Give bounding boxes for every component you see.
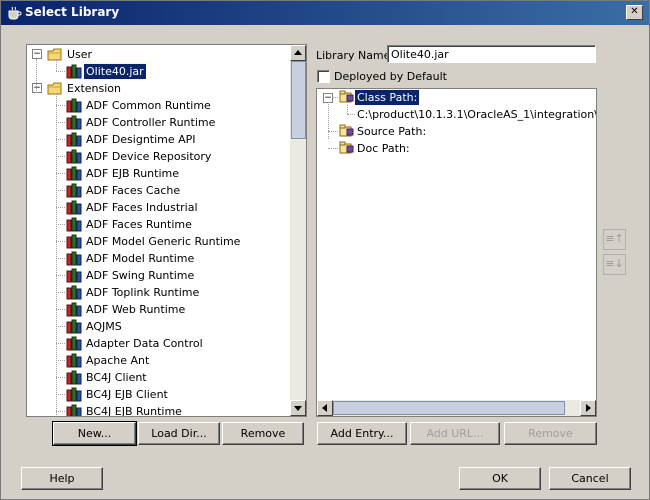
scroll-thumb[interactable] (291, 61, 306, 139)
tree-item-label: BC4J EJB Client (86, 388, 168, 401)
library-name-label: Library Name: (316, 49, 395, 62)
tree-item-label: Apache Ant (86, 354, 150, 367)
library-icon (66, 370, 82, 385)
tree-item-label: ADF Designtime API (86, 133, 196, 146)
source-path-icon (339, 124, 354, 137)
add-entry-button[interactable]: Add Entry... (317, 422, 407, 445)
tree-item-label: User (67, 48, 93, 61)
path-horizontal-scrollbar[interactable] (317, 400, 596, 416)
library-icon (66, 200, 82, 215)
tree-item-label: ADF Web Runtime (86, 303, 186, 316)
source-path-node[interactable]: Source Path: (355, 124, 428, 139)
title-bar: Select Library ✕ (1, 1, 649, 25)
tree-item-label: ADF Faces Cache (86, 184, 181, 197)
tree-item-label: ADF Swing Runtime (86, 269, 195, 282)
classpath-icon (339, 90, 354, 103)
move-down-button[interactable]: ≡↓ (603, 254, 626, 275)
move-down-icon: ≡↓ (605, 257, 624, 270)
tree-vertical-scrollbar[interactable] (290, 45, 306, 416)
library-icon (66, 115, 82, 130)
collapse-icon[interactable]: − (32, 83, 42, 93)
move-up-icon: ≡↑ (605, 232, 624, 245)
tree-item-label: ADF Model Runtime (86, 252, 195, 265)
tree-item-label: Adapter Data Control (86, 337, 203, 350)
doc-path-icon (339, 141, 354, 154)
tree-item-label: Olite40.jar (83, 63, 147, 80)
library-tree[interactable]: − User Olite40.jar − Extension ADF Common Run… (26, 44, 307, 417)
collapse-icon[interactable]: − (32, 49, 42, 59)
scroll-left-button[interactable] (317, 400, 333, 416)
tree-item-label: Extension (67, 82, 122, 95)
coffee-cup-icon (8, 6, 22, 20)
library-icon (66, 64, 82, 79)
class-path-node[interactable]: Class Path: (353, 89, 421, 106)
close-button[interactable]: ✕ (626, 5, 643, 20)
tree-item-label: ADF EJB Runtime (86, 167, 180, 180)
library-icon (66, 302, 82, 317)
doc-path-node[interactable]: Doc Path: (355, 141, 412, 156)
library-icon (66, 268, 82, 283)
library-icon (66, 353, 82, 368)
remove-entry-button[interactable]: Remove (504, 422, 597, 445)
path-tree[interactable]: − Class Path: C:\product\10.1.3.1\Oracle… (316, 88, 597, 417)
cancel-button[interactable]: Cancel (549, 467, 631, 490)
library-icon (66, 285, 82, 300)
library-icon (66, 404, 82, 416)
close-icon: ✕ (630, 6, 639, 17)
library-icon (66, 217, 82, 232)
library-icon (66, 183, 82, 198)
tree-item-label: ADF Device Repository (86, 150, 212, 163)
deployed-by-default-checkbox[interactable] (317, 70, 330, 83)
new-button[interactable]: New... (52, 421, 137, 446)
tree-item-label: BC4J EJB Runtime (86, 405, 182, 417)
library-icon (66, 251, 82, 266)
library-icon (66, 336, 82, 351)
tree-item-label: ADF Toplink Runtime (86, 286, 200, 299)
deployed-by-default-label: Deployed by Default (334, 70, 447, 83)
scroll-right-button[interactable] (580, 400, 596, 416)
tree-item-label: ADF Common Runtime (86, 99, 211, 112)
ok-button[interactable]: OK (459, 467, 541, 490)
tree-item-label: ADF Faces Industrial (86, 201, 198, 214)
scroll-down-button[interactable] (290, 400, 306, 416)
library-icon (66, 387, 82, 402)
folder-icon (47, 82, 62, 95)
remove-library-button[interactable]: Remove (222, 422, 304, 445)
tree-item-label: BC4J Client (86, 371, 147, 384)
library-icon (66, 149, 82, 164)
tree-item-label: ADF Controller Runtime (86, 116, 216, 129)
add-url-button[interactable]: Add URL... (410, 422, 500, 445)
scroll-thumb-horizontal[interactable] (333, 401, 565, 415)
select-library-dialog: Select Library ✕ − User Olite40.jar − Extens… (0, 0, 650, 500)
library-icon (66, 319, 82, 334)
tree-item-label: ADF Faces Runtime (86, 218, 192, 231)
load-dir-button[interactable]: Load Dir... (138, 422, 220, 445)
library-name-input[interactable]: Olite40.jar (387, 45, 596, 63)
library-icon (66, 132, 82, 147)
folder-icon (47, 48, 62, 61)
library-icon (66, 98, 82, 113)
tree-item-label: AQJMS (86, 320, 122, 333)
scroll-up-button[interactable] (290, 45, 306, 61)
move-up-button[interactable]: ≡↑ (603, 229, 626, 250)
library-icon (66, 166, 82, 181)
library-icon (66, 234, 82, 249)
dialog-title: Select Library (25, 5, 120, 19)
tree-item-label: ADF Model Generic Runtime (86, 235, 241, 248)
help-button[interactable]: Help (21, 467, 103, 490)
class-path-entry[interactable]: C:\product\10.1.3.1\OracleAS_1\integrati… (355, 107, 596, 122)
